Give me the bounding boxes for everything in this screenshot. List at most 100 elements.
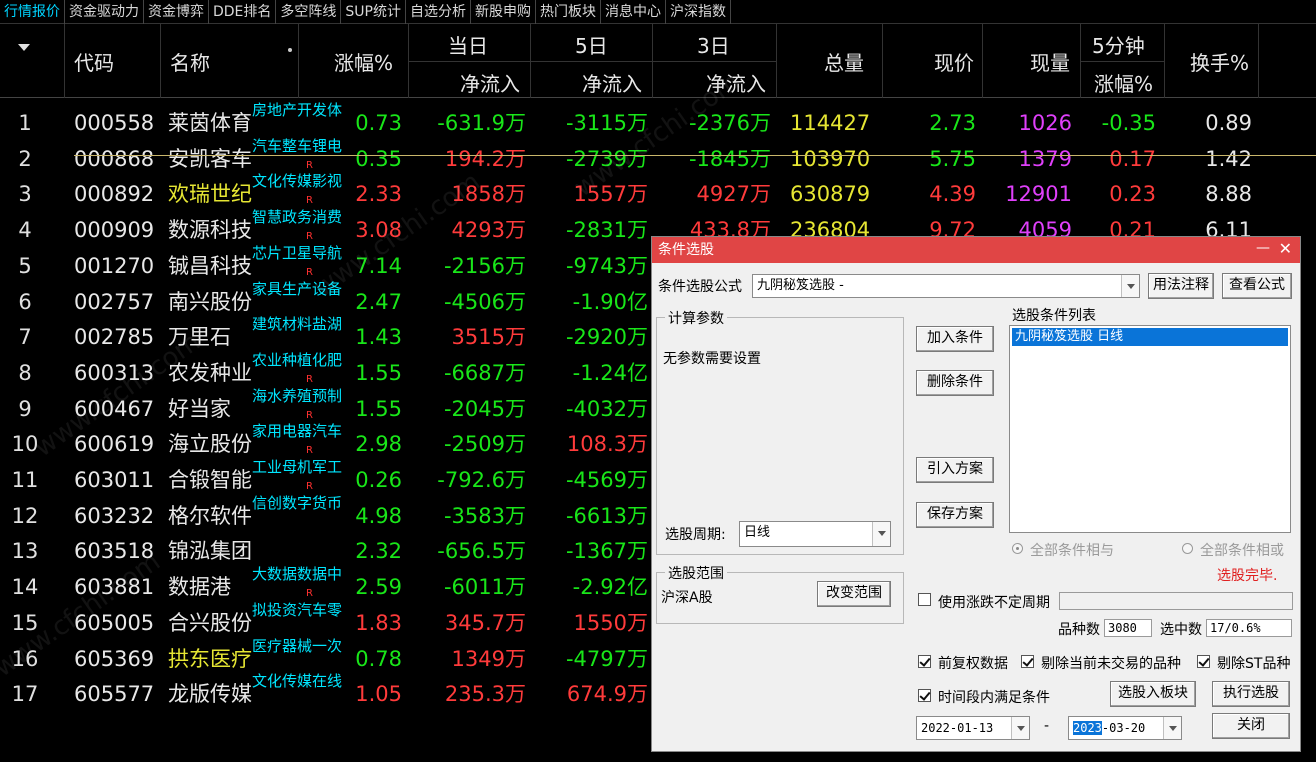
margin-flag: R: [306, 373, 313, 385]
tab-5[interactable]: SUP统计: [341, 0, 406, 24]
margin-flag: R: [306, 159, 313, 171]
tab-7[interactable]: 新股申购: [471, 0, 536, 24]
stock-name: 南兴股份: [168, 289, 252, 314]
exclude-st-checkbox[interactable]: [1197, 655, 1210, 668]
minimize-icon[interactable]: —: [1256, 240, 1270, 256]
formula-label: 条件选股公式: [658, 279, 742, 295]
margin-flag: R: [306, 445, 313, 457]
params-group: 计算参数 无参数需要设置 选股周期: 日线: [656, 308, 904, 555]
table-row[interactable]: 3 000892 欢瑞世纪 2.33 1858万 1557万 4927万 630879 4.39…: [0, 172, 1316, 213]
current-price: 2.73: [929, 111, 976, 135]
row-index: 9: [18, 396, 32, 421]
tab-9[interactable]: 消息中心: [601, 0, 666, 24]
condition-list[interactable]: 九阴秘笈选股 日线: [1009, 325, 1291, 533]
divider: [1080, 61, 1164, 62]
col-day5-netflow[interactable]: 净流入: [582, 68, 642, 97]
col-day1[interactable]: 当日: [448, 30, 488, 59]
view-formula-button[interactable]: 查看公式: [1222, 273, 1292, 299]
col-price[interactable]: 现价: [934, 47, 974, 76]
divider: [160, 24, 161, 98]
import-scheme-button[interactable]: 引入方案: [916, 457, 994, 483]
range-group: 选股范围 沪深A股 改变范围: [656, 563, 904, 624]
radio-or[interactable]: [1182, 543, 1193, 554]
tab-4[interactable]: 多空阵线: [276, 0, 342, 24]
formula-value: 九阴秘笈选股 -: [757, 278, 844, 293]
exclude-untraded-checkbox[interactable]: [1021, 655, 1034, 668]
stock-name: 拱东医疗: [168, 646, 252, 671]
stock-code: 001270: [74, 253, 155, 278]
netflow-day3: 4927万: [696, 182, 771, 207]
formula-select[interactable]: 九阴秘笈选股 -: [752, 274, 1140, 298]
col-5min-change[interactable]: 涨幅%: [1094, 68, 1153, 97]
variable-period-field: [1059, 592, 1293, 610]
total-volume: 103970: [790, 146, 871, 171]
stock-code: 002785: [74, 325, 155, 350]
sector-tag: 汽车整车锂电: [252, 136, 343, 155]
col-day1-netflow[interactable]: 净流入: [460, 68, 520, 97]
chevron-down-icon[interactable]: [872, 522, 890, 546]
tab-8[interactable]: 热门板块: [536, 0, 601, 24]
col-change[interactable]: 涨幅%: [334, 47, 393, 76]
margin-flag: R: [306, 195, 313, 207]
pre-adjust-checkbox[interactable]: [918, 655, 931, 668]
time-range-checkbox[interactable]: [918, 689, 931, 702]
save-scheme-button[interactable]: 保存方案: [916, 502, 994, 528]
margin-flag: R: [306, 231, 313, 243]
netflow-day5: 108.3万: [566, 432, 648, 457]
col-turnover[interactable]: 换手%: [1190, 47, 1249, 76]
date-from-picker[interactable]: 2022-01-13: [916, 716, 1030, 740]
tab-0[interactable]: 行情报价: [0, 0, 65, 24]
chevron-down-icon[interactable]: [1121, 275, 1139, 297]
tab-1[interactable]: 资金驱动力: [65, 0, 144, 24]
variable-period-checkbox[interactable]: [918, 593, 931, 606]
execute-button[interactable]: 执行选股: [1212, 681, 1290, 707]
col-current-volume[interactable]: 现量: [1030, 47, 1070, 76]
chevron-down-icon[interactable]: [1011, 717, 1029, 739]
tab-3[interactable]: DDE排名: [209, 0, 277, 24]
netflow-day1: 1349万: [451, 646, 526, 671]
table-header: 代码 名称 涨幅% 当日 净流入 5日 净流入 3日 净流入 总量 现价 现量 …: [0, 24, 1316, 98]
divider: [408, 61, 776, 62]
tab-10[interactable]: 沪深指数: [666, 0, 731, 24]
col-code[interactable]: 代码: [74, 47, 114, 76]
condition-list-item[interactable]: 九阴秘笈选股 日线: [1012, 328, 1288, 346]
stock-code: 603232: [74, 503, 155, 528]
col-volume[interactable]: 总量: [824, 47, 864, 76]
period-select[interactable]: 日线: [739, 521, 891, 547]
date-to-year[interactable]: 2023: [1073, 721, 1102, 735]
row-index: 7: [18, 325, 32, 350]
exclude-untraded-label: 剔除当前未交易的品种: [1041, 656, 1181, 672]
sort-dropdown-icon[interactable]: [18, 44, 30, 51]
add-to-board-button[interactable]: 选股入板块: [1110, 681, 1196, 707]
row-index: 14: [11, 575, 39, 600]
sector-tag: 房地产开发体: [252, 101, 343, 119]
col-day5[interactable]: 5日: [575, 30, 608, 59]
radio-and[interactable]: [1012, 543, 1023, 554]
delete-condition-button[interactable]: 删除条件: [916, 370, 994, 396]
col-5min[interactable]: 5分钟: [1092, 30, 1145, 59]
netflow-day1: 3515万: [451, 325, 526, 350]
col-name[interactable]: 名称: [170, 47, 210, 76]
add-condition-button[interactable]: 加入条件: [916, 326, 994, 352]
chevron-down-icon[interactable]: [1163, 717, 1181, 739]
netflow-day5: 1550万: [573, 610, 648, 635]
tab-6[interactable]: 自选分析: [406, 0, 471, 24]
netflow-day1: 235.3万: [444, 682, 526, 707]
netflow-day1: -2509万: [443, 432, 526, 457]
netflow-day1: -656.5万: [437, 539, 526, 564]
date-to-picker[interactable]: 2023-03-20: [1068, 716, 1182, 740]
close-button[interactable]: 关闭: [1212, 713, 1290, 739]
stock-name: 海立股份: [168, 432, 252, 457]
close-icon[interactable]: ✕: [1279, 239, 1292, 258]
exclude-st-label: 剔除ST品种: [1217, 656, 1291, 672]
margin-flag: R: [306, 481, 313, 492]
stock-name: 数源科技: [168, 218, 252, 243]
netflow-day1: -2045万: [443, 396, 526, 421]
usage-notes-button[interactable]: 用法注释: [1148, 273, 1214, 299]
min5-change: 0.23: [1109, 182, 1156, 207]
dialog-title[interactable]: 条件选股: [652, 237, 1300, 263]
tab-2[interactable]: 资金博弈: [144, 0, 209, 24]
selected-value: 17/0.6%: [1206, 619, 1292, 637]
col-day3[interactable]: 3日: [697, 30, 730, 59]
change-range-button[interactable]: 改变范围: [817, 581, 891, 607]
